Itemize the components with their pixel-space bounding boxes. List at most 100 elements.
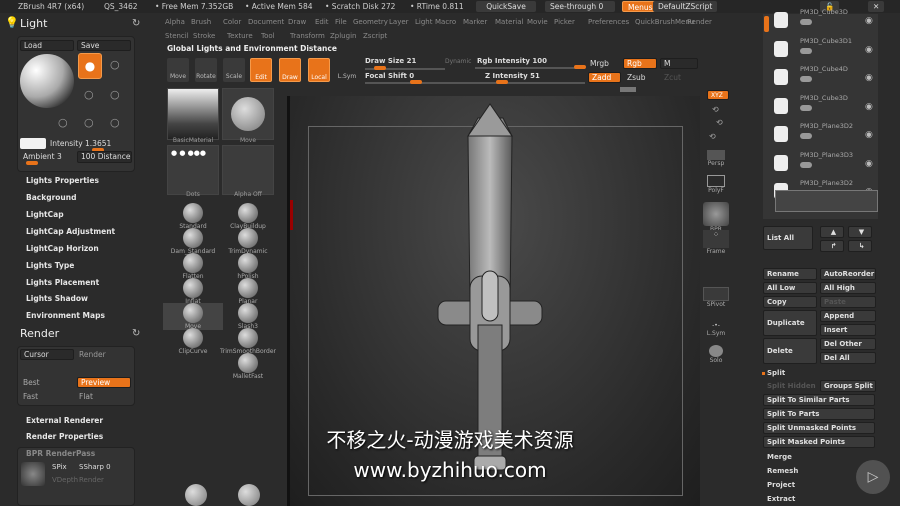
fast-button[interactable]: Fast <box>23 392 38 401</box>
menu-brush[interactable]: Brush <box>191 18 211 26</box>
draw-size-slider[interactable]: Draw Size 21 <box>365 57 416 65</box>
move-brush-thumb[interactable] <box>222 88 274 140</box>
all-low-button[interactable]: All Low <box>763 282 817 294</box>
copy-button[interactable]: Copy <box>763 296 817 308</box>
brush-hpolish[interactable]: hPolish <box>218 253 278 280</box>
edit-button[interactable]: Edit <box>250 58 272 82</box>
brush-inflat[interactable]: Inflat <box>163 278 223 305</box>
scale-tool[interactable]: Scale <box>223 58 245 82</box>
subtool-item[interactable]: PM3D_Plane3D3 ◉ <box>770 151 880 177</box>
play-icon[interactable]: ▷ <box>856 460 890 494</box>
render-title[interactable]: Render <box>20 327 59 340</box>
split-masked-button[interactable]: Split Masked Points <box>763 436 875 448</box>
save-button[interactable]: Save <box>77 40 131 51</box>
best-button[interactable]: Best <box>23 378 40 387</box>
vdepth-slider[interactable]: VDepth <box>52 476 78 484</box>
ambient-slider[interactable]: Ambient 3 <box>23 152 62 161</box>
material-thumb[interactable] <box>167 88 219 140</box>
zadd-button[interactable]: Zadd <box>588 72 621 83</box>
merge-section[interactable]: Merge <box>767 453 792 461</box>
menu-draw[interactable]: Draw <box>288 18 306 26</box>
intensity-slider[interactable]: Intensity 1.3651 <box>50 139 111 148</box>
arrow-down-right-icon[interactable]: ↳ <box>848 240 872 252</box>
subtool-toggle[interactable] <box>800 104 812 111</box>
all-high-button[interactable]: All High <box>820 282 876 294</box>
move-up-icon[interactable]: ▲ <box>820 226 844 238</box>
lsym-shelf-button[interactable]: -•- L.Sym <box>703 322 729 337</box>
light-bulb-2-icon[interactable]: ○ <box>110 58 120 71</box>
rgb-button[interactable]: Rgb <box>623 58 657 69</box>
menu-render-properties[interactable]: Render Properties <box>26 432 103 441</box>
menu-lights-properties[interactable]: Lights Properties <box>26 176 99 185</box>
z-intensity-track[interactable] <box>475 82 585 84</box>
menu-zplugin[interactable]: Zplugin <box>330 32 356 40</box>
list-all-button[interactable]: List All <box>763 226 813 250</box>
solo-button[interactable]: Solo <box>703 345 729 364</box>
move-down-icon[interactable]: ▼ <box>848 226 872 238</box>
subtool-toggle[interactable] <box>800 161 812 168</box>
z-intensity-slider[interactable]: Z Intensity 51 <box>485 72 540 80</box>
eye-icon[interactable]: ◉ <box>865 45 873 55</box>
preview-button[interactable]: Preview <box>77 377 131 388</box>
brush-move[interactable]: Move <box>163 303 223 330</box>
local-button[interactable]: Local <box>308 58 330 82</box>
extract-section[interactable]: Extract <box>767 495 795 503</box>
menu-color[interactable]: Color <box>223 18 241 26</box>
menu-external-renderer[interactable]: External Renderer <box>26 416 103 425</box>
menu-lights-placement[interactable]: Lights Placement <box>26 278 99 287</box>
subtool-item[interactable]: PM3D_Cube4D ◉ <box>770 65 880 91</box>
insert-button[interactable]: Insert <box>820 324 876 336</box>
flat-button[interactable]: Flat <box>79 392 93 401</box>
project-section[interactable]: Project <box>767 481 795 489</box>
persp-button[interactable]: Persp <box>703 150 729 167</box>
see-through-slider[interactable]: See-through 0 <box>545 1 615 12</box>
groups-split-button[interactable]: Groups Split <box>820 380 876 392</box>
menu-lights-type[interactable]: Lights Type <box>26 261 74 270</box>
menu-file[interactable]: File <box>335 18 347 26</box>
spix-slider[interactable]: SPix <box>52 463 67 471</box>
menu-render[interactable]: Render <box>687 18 712 26</box>
menu-stencil[interactable]: Stencil <box>165 32 189 40</box>
menu-edit[interactable]: Edit <box>315 18 329 26</box>
scroll-indicator[interactable] <box>620 87 636 92</box>
menu-texture[interactable]: Texture <box>227 32 253 40</box>
rgb-intensity-slider[interactable]: Rgb Intensity 100 <box>477 57 547 65</box>
subtool-toggle[interactable] <box>800 47 812 54</box>
default-zscript-button[interactable]: DefaultZScript <box>653 1 718 12</box>
split-parts-button[interactable]: Split To Parts <box>763 408 875 420</box>
light-bulb-3-icon[interactable]: ○ <box>84 88 94 101</box>
brush-standard[interactable]: Standard <box>163 203 223 230</box>
light-bulb-7-icon[interactable]: ○ <box>110 116 120 129</box>
refresh-icon[interactable]: ↻ <box>132 18 140 29</box>
ambient-knob[interactable] <box>26 161 38 165</box>
move-tool[interactable]: Move <box>167 58 189 82</box>
menu-movie[interactable]: Movie <box>527 18 548 26</box>
brush-dam_standard[interactable]: Dam_Standard <box>163 228 223 255</box>
brush-trimsmoothborder[interactable]: TrimSmoothBorder <box>218 328 278 355</box>
subtool-toggle[interactable] <box>800 133 812 139</box>
menu-document[interactable]: Document <box>248 18 284 26</box>
subtool-item[interactable]: PM3D_Cube3D ◉ <box>770 8 880 34</box>
draw-size-knob[interactable] <box>374 66 386 70</box>
autoreorder-button[interactable]: AutoReorder <box>820 268 876 280</box>
brush-trimdynamic[interactable]: TrimDynamic <box>218 228 278 255</box>
m-button[interactable]: M <box>660 58 698 69</box>
light-title[interactable]: Light <box>20 17 47 30</box>
bpr-button[interactable]: BPR <box>703 202 729 233</box>
eye-icon[interactable]: ◉ <box>865 16 873 26</box>
lsym-button[interactable]: L.Sym <box>336 58 358 82</box>
menu-marker[interactable]: Marker <box>463 18 487 26</box>
duplicate-button[interactable]: Duplicate <box>763 310 817 336</box>
refresh-icon[interactable]: ↻ <box>132 328 140 339</box>
rgb-intensity-track[interactable] <box>475 67 585 69</box>
menu-picker[interactable]: Picker <box>554 18 575 26</box>
brush-flatten[interactable]: Flatten <box>163 253 223 280</box>
menu-lightcap-adjustment[interactable]: LightCap Adjustment <box>26 227 115 236</box>
rename-button[interactable]: Rename <box>763 268 817 280</box>
mrgb-button[interactable]: Mrgb <box>590 59 609 68</box>
alpha-thumb[interactable] <box>222 145 274 195</box>
menu-material[interactable]: Material <box>495 18 523 26</box>
bpr-render-thumb[interactable] <box>21 462 45 486</box>
paste-button[interactable]: Paste <box>820 296 876 308</box>
append-button[interactable]: Append <box>820 310 876 322</box>
